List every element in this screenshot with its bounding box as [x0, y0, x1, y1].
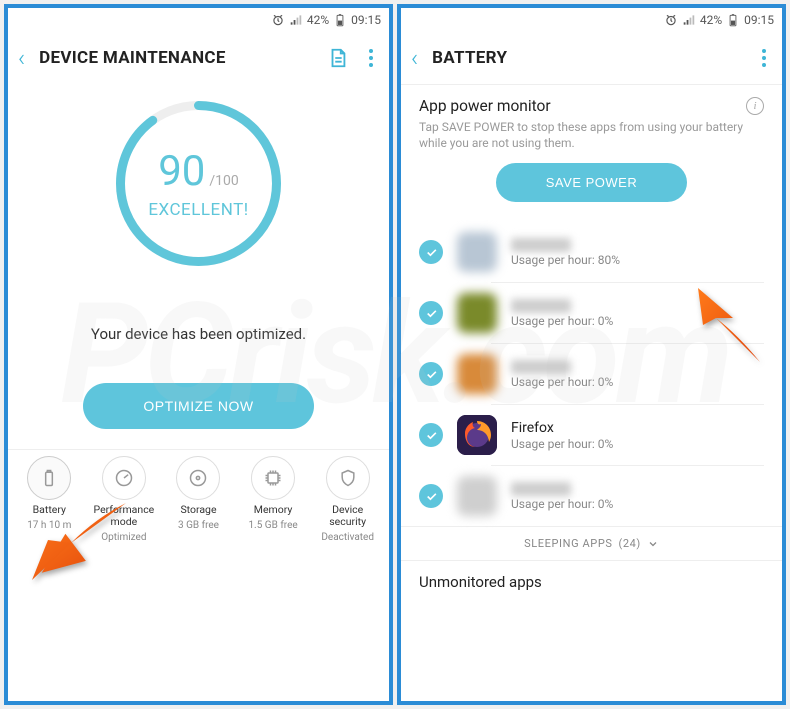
checkbox-checked[interactable]: [419, 484, 443, 508]
app-usage: Usage per hour: 80%: [511, 253, 764, 267]
info-icon[interactable]: i: [746, 97, 764, 115]
header: ‹ BATTERY: [401, 32, 782, 84]
app-usage: Usage per hour: 0%: [511, 437, 764, 451]
tile-label: Battery: [33, 504, 66, 516]
checkbox-checked[interactable]: [419, 240, 443, 264]
sleeping-apps-count: (24): [619, 537, 641, 550]
more-menu-icon[interactable]: [756, 47, 772, 69]
app-text: FirefoxUsage per hour: 0%: [511, 420, 764, 451]
signal-icon: [289, 13, 303, 27]
alarm-icon: [664, 13, 678, 27]
app-row[interactable]: Usage per hour: 0%: [401, 466, 782, 526]
tile-sub: 3 GB free: [178, 520, 219, 531]
back-button[interactable]: ‹: [411, 44, 418, 72]
score-max: /100: [209, 173, 238, 189]
back-button[interactable]: ‹: [18, 44, 25, 72]
section-description: Tap SAVE POWER to stop these apps from u…: [419, 119, 764, 151]
more-menu-icon[interactable]: [363, 47, 379, 69]
alarm-icon: [271, 13, 285, 27]
signal-icon: [682, 13, 696, 27]
save-power-button[interactable]: SAVE POWER: [496, 163, 687, 202]
tile-storage[interactable]: Storage 3 GB free: [164, 456, 232, 543]
checkbox-checked[interactable]: [419, 423, 443, 447]
app-list: Usage per hour: 80% Usage per hour: 0% Usa…: [401, 222, 782, 526]
status-bar: 42% 09:15: [401, 8, 782, 32]
status-time: 09:15: [351, 13, 381, 27]
app-text: Usage per hour: 0%: [511, 360, 764, 389]
checkbox-checked[interactable]: [419, 362, 443, 386]
battery-icon: [333, 13, 347, 27]
category-tiles: Battery 17 h 10 m Performance mode Optim…: [8, 449, 389, 553]
tile-security[interactable]: Device security Deactivated: [314, 456, 382, 543]
app-text: Usage per hour: 0%: [511, 482, 764, 511]
optimized-message: Your device has been optimized.: [8, 325, 389, 343]
tile-performance[interactable]: Performance mode Optimized: [90, 456, 158, 543]
app-text: Usage per hour: 0%: [511, 299, 764, 328]
app-name-redacted: [511, 299, 571, 313]
checkbox-checked[interactable]: [419, 301, 443, 325]
app-icon: [457, 354, 497, 394]
app-icon: [457, 476, 497, 516]
document-icon[interactable]: [327, 47, 349, 69]
tile-label: Performance mode: [90, 504, 158, 528]
app-row[interactable]: Usage per hour: 0%: [401, 283, 782, 343]
app-icon: [457, 415, 497, 455]
tile-sub: 1.5 GB free: [248, 520, 297, 531]
app-icon: [457, 293, 497, 333]
app-name: Firefox: [511, 420, 764, 436]
tile-battery[interactable]: Battery 17 h 10 m: [15, 456, 83, 543]
app-usage: Usage per hour: 0%: [511, 314, 764, 328]
score-rating: EXCELLENT!: [148, 200, 248, 220]
page-title: BATTERY: [432, 48, 742, 68]
unmonitored-title: Unmonitored apps: [419, 573, 764, 591]
app-name-redacted: [511, 238, 571, 252]
shield-icon: [326, 456, 370, 500]
tile-sub: 17 h 10 m: [27, 520, 71, 531]
app-text: Usage per hour: 80%: [511, 238, 764, 267]
header: ‹ DEVICE MAINTENANCE: [8, 32, 389, 84]
tile-label: Storage: [180, 504, 216, 516]
tile-label: Device security: [314, 504, 382, 528]
optimize-now-button[interactable]: OPTIMIZE NOW: [83, 383, 313, 429]
tile-label: Memory: [254, 504, 293, 516]
tile-sub: Deactivated: [321, 532, 374, 543]
section-title: App power monitor: [419, 97, 551, 115]
gauge-icon: [102, 456, 146, 500]
battery-icon: [726, 13, 740, 27]
chevron-down-icon: [647, 538, 659, 550]
app-row[interactable]: Usage per hour: 80%: [401, 222, 782, 282]
status-battery-pct: 42%: [307, 13, 329, 27]
app-name-redacted: [511, 482, 571, 496]
sleeping-apps-toggle[interactable]: SLEEPING APPS (24): [401, 526, 782, 560]
status-bar: 42% 09:15: [8, 8, 389, 32]
status-time: 09:15: [744, 13, 774, 27]
app-power-monitor-section: App power monitor i Tap SAVE POWER to st…: [401, 85, 782, 222]
sleeping-apps-label: SLEEPING APPS: [524, 537, 612, 550]
app-row[interactable]: Usage per hour: 0%: [401, 344, 782, 404]
app-usage: Usage per hour: 0%: [511, 375, 764, 389]
score-value: 90: [158, 147, 205, 196]
app-usage: Usage per hour: 0%: [511, 497, 764, 511]
status-battery-pct: 42%: [700, 13, 722, 27]
app-name-redacted: [511, 360, 571, 374]
score-gauge: 90 /100 EXCELLENT!: [111, 96, 286, 271]
tile-memory[interactable]: Memory 1.5 GB free: [239, 456, 307, 543]
page-title: DEVICE MAINTENANCE: [39, 48, 313, 68]
memory-icon: [251, 456, 295, 500]
storage-icon: [176, 456, 220, 500]
app-icon: [457, 232, 497, 272]
unmonitored-section: Unmonitored apps: [401, 560, 782, 591]
app-row[interactable]: FirefoxUsage per hour: 0%: [401, 405, 782, 465]
battery-screen: 42% 09:15 ‹ BATTERY App power monitor i …: [397, 4, 786, 705]
battery-tile-icon: [27, 456, 71, 500]
device-maintenance-screen: 42% 09:15 ‹ DEVICE MAINTENANCE 90 /100 E…: [4, 4, 393, 705]
tile-sub: Optimized: [101, 532, 146, 543]
